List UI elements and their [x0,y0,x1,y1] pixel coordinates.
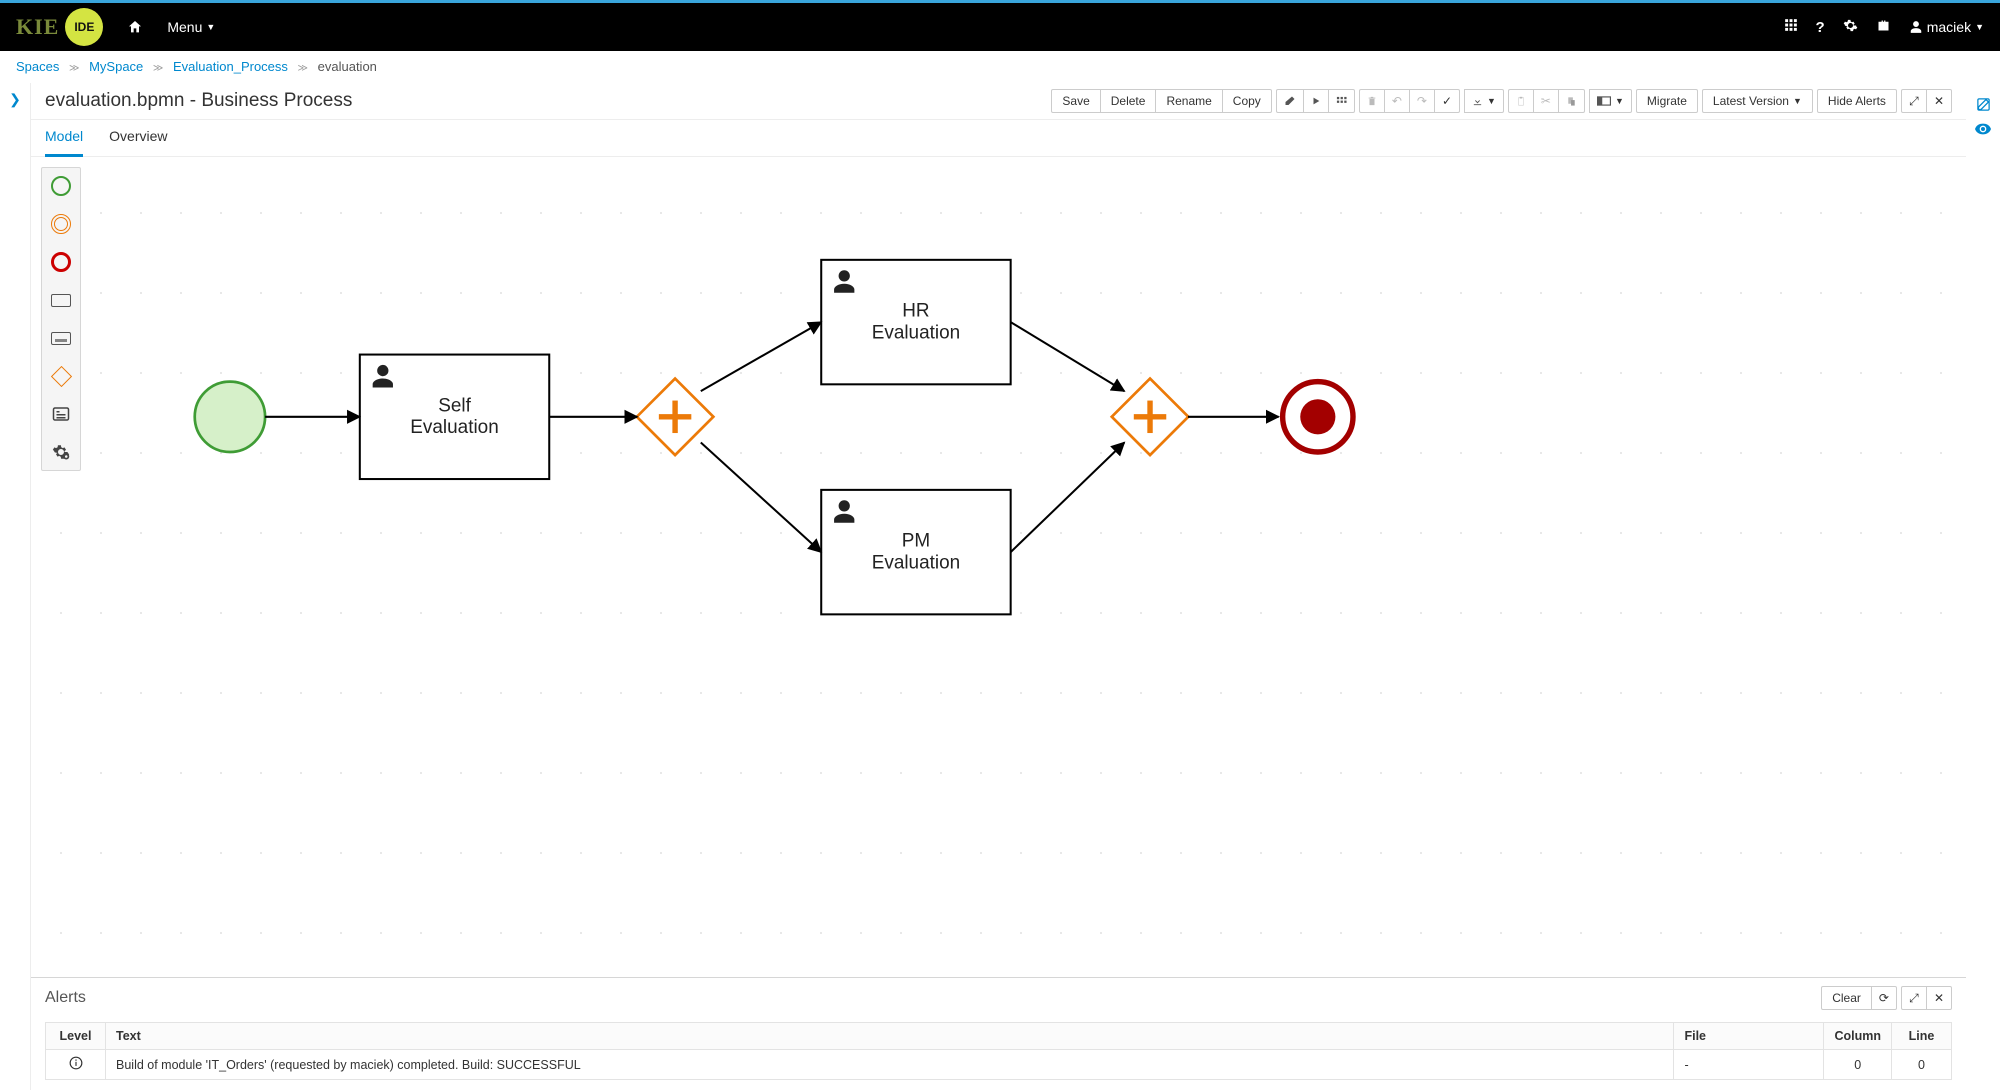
col-header-file: File [1674,1023,1824,1050]
flow-gateway-pm[interactable] [701,443,821,553]
menu-dropdown[interactable]: Menu ▼ [167,19,215,35]
home-icon[interactable] [127,19,143,35]
col-header-text: Text [106,1023,1674,1050]
palette-subprocess-icon[interactable] [51,332,71,345]
validate-icon[interactable]: ✓ [1434,89,1460,113]
user-menu[interactable]: maciek ▼ [1909,19,1984,35]
alerts-table: Level Text File Column Line Build of mod… [45,1022,1952,1080]
undo-icon[interactable]: ↶ [1384,89,1410,113]
palette-form-icon[interactable] [51,404,71,424]
play-icon[interactable] [1303,89,1329,113]
menu-label: Menu [167,19,202,35]
preview-eye-icon[interactable] [1966,122,2000,139]
breadcrumb-sep-icon: ≫ [63,63,85,74]
flow-pm-join[interactable] [1011,443,1125,553]
palette-intermediate-event-icon[interactable] [51,214,71,234]
alert-column: 0 [1824,1050,1892,1080]
alerts-expand-icon[interactable]: ⤢ [1901,986,1927,1010]
migrate-button[interactable]: Migrate [1636,89,1698,113]
alert-file: - [1674,1050,1824,1080]
palette [41,167,81,471]
breadcrumb-link-project[interactable]: Evaluation_Process [173,59,288,74]
task-self-evaluation[interactable]: SelfEvaluation [360,355,549,479]
copy-button[interactable]: Copy [1222,89,1272,113]
alerts-close-icon[interactable]: ✕ [1926,986,1952,1010]
end-event[interactable] [1283,382,1353,452]
alerts-panel: Alerts Clear ⟳ ⤢ ✕ Level Text [31,977,1966,1090]
left-expand-icon[interactable]: ❯ [9,91,21,107]
palette-start-event-icon[interactable] [51,176,71,196]
breadcrumb: Spaces ≫ MySpace ≫ Evaluation_Process ≫ … [0,51,2000,83]
close-icon[interactable]: ✕ [1926,89,1952,113]
trash-icon[interactable] [1359,89,1385,113]
hide-alerts-button[interactable]: Hide Alerts [1817,89,1897,113]
latest-version-button[interactable]: Latest Version▼ [1702,89,1813,113]
grid-icon[interactable] [1328,89,1355,113]
briefcase-icon[interactable] [1876,18,1891,37]
alert-row[interactable]: Build of module 'IT_Orders' (requested b… [46,1050,1952,1080]
latest-version-label: Latest Version [1713,94,1789,108]
expand-icon[interactable]: ⤢ [1901,89,1927,113]
col-header-column: Column [1824,1023,1892,1050]
alert-line: 0 [1892,1050,1952,1080]
editor-tabs: Model Overview [31,120,1966,157]
eraser-icon[interactable] [1276,89,1304,113]
tab-overview[interactable]: Overview [109,120,167,156]
alert-text: Build of module 'IT_Orders' (requested b… [106,1050,1674,1080]
breadcrumb-current: evaluation [318,59,377,74]
flow-gateway-hr[interactable] [701,322,821,391]
col-header-line: Line [1892,1023,1952,1050]
start-event[interactable] [195,382,265,452]
page-title: evaluation.bpmn - Business Process [45,90,352,112]
delete-button[interactable]: Delete [1100,89,1157,113]
rename-button[interactable]: Rename [1155,89,1222,113]
alerts-title: Alerts [45,989,86,1007]
edit-icon[interactable] [1966,97,2000,116]
user-name: maciek [1927,19,1971,35]
apps-icon[interactable] [1784,18,1798,36]
help-icon[interactable]: ? [1816,19,1825,36]
col-header-level: Level [46,1023,106,1050]
brand-kie: KIE [16,14,59,40]
task-pm-evaluation[interactable]: PMEvaluation [821,490,1010,614]
download-icon[interactable]: ▼ [1464,89,1504,113]
palette-settings-icon[interactable] [51,442,71,462]
paste-icon[interactable] [1558,89,1585,113]
info-icon [46,1050,106,1080]
save-button[interactable]: Save [1051,89,1100,113]
flow-hr-join[interactable] [1011,322,1125,391]
breadcrumb-link-myspace[interactable]: MySpace [89,59,143,74]
diagram-canvas[interactable]: SelfEvaluation HREvaluation [31,157,1966,977]
alerts-refresh-icon[interactable]: ⟳ [1871,986,1897,1010]
brand-logo[interactable]: KIE IDE [16,8,103,46]
redo-icon[interactable]: ↷ [1409,89,1435,113]
palette-end-event-icon[interactable] [51,252,71,272]
clipboard-icon[interactable] [1508,89,1534,113]
alerts-clear-button[interactable]: Clear [1821,986,1872,1010]
breadcrumb-link-spaces[interactable]: Spaces [16,59,59,74]
brand-ide-badge: IDE [65,8,103,46]
palette-task-icon[interactable] [51,294,71,307]
editor-toolbar: Save Delete Rename Copy ↶ ↷ ✓ ▼ [1051,89,1952,113]
settings-gear-icon[interactable] [1843,18,1858,37]
cut-icon[interactable]: ✂ [1533,89,1559,113]
breadcrumb-sep-icon: ≫ [147,63,169,74]
palette-gateway-icon[interactable] [50,365,71,386]
tab-model[interactable]: Model [45,120,83,157]
view-mode-icon[interactable]: ▼ [1589,89,1632,113]
task-hr-evaluation[interactable]: HREvaluation [821,260,1010,384]
navbar: KIE IDE Menu ▼ ? maciek ▼ [0,3,2000,51]
breadcrumb-sep-icon: ≫ [292,63,314,74]
